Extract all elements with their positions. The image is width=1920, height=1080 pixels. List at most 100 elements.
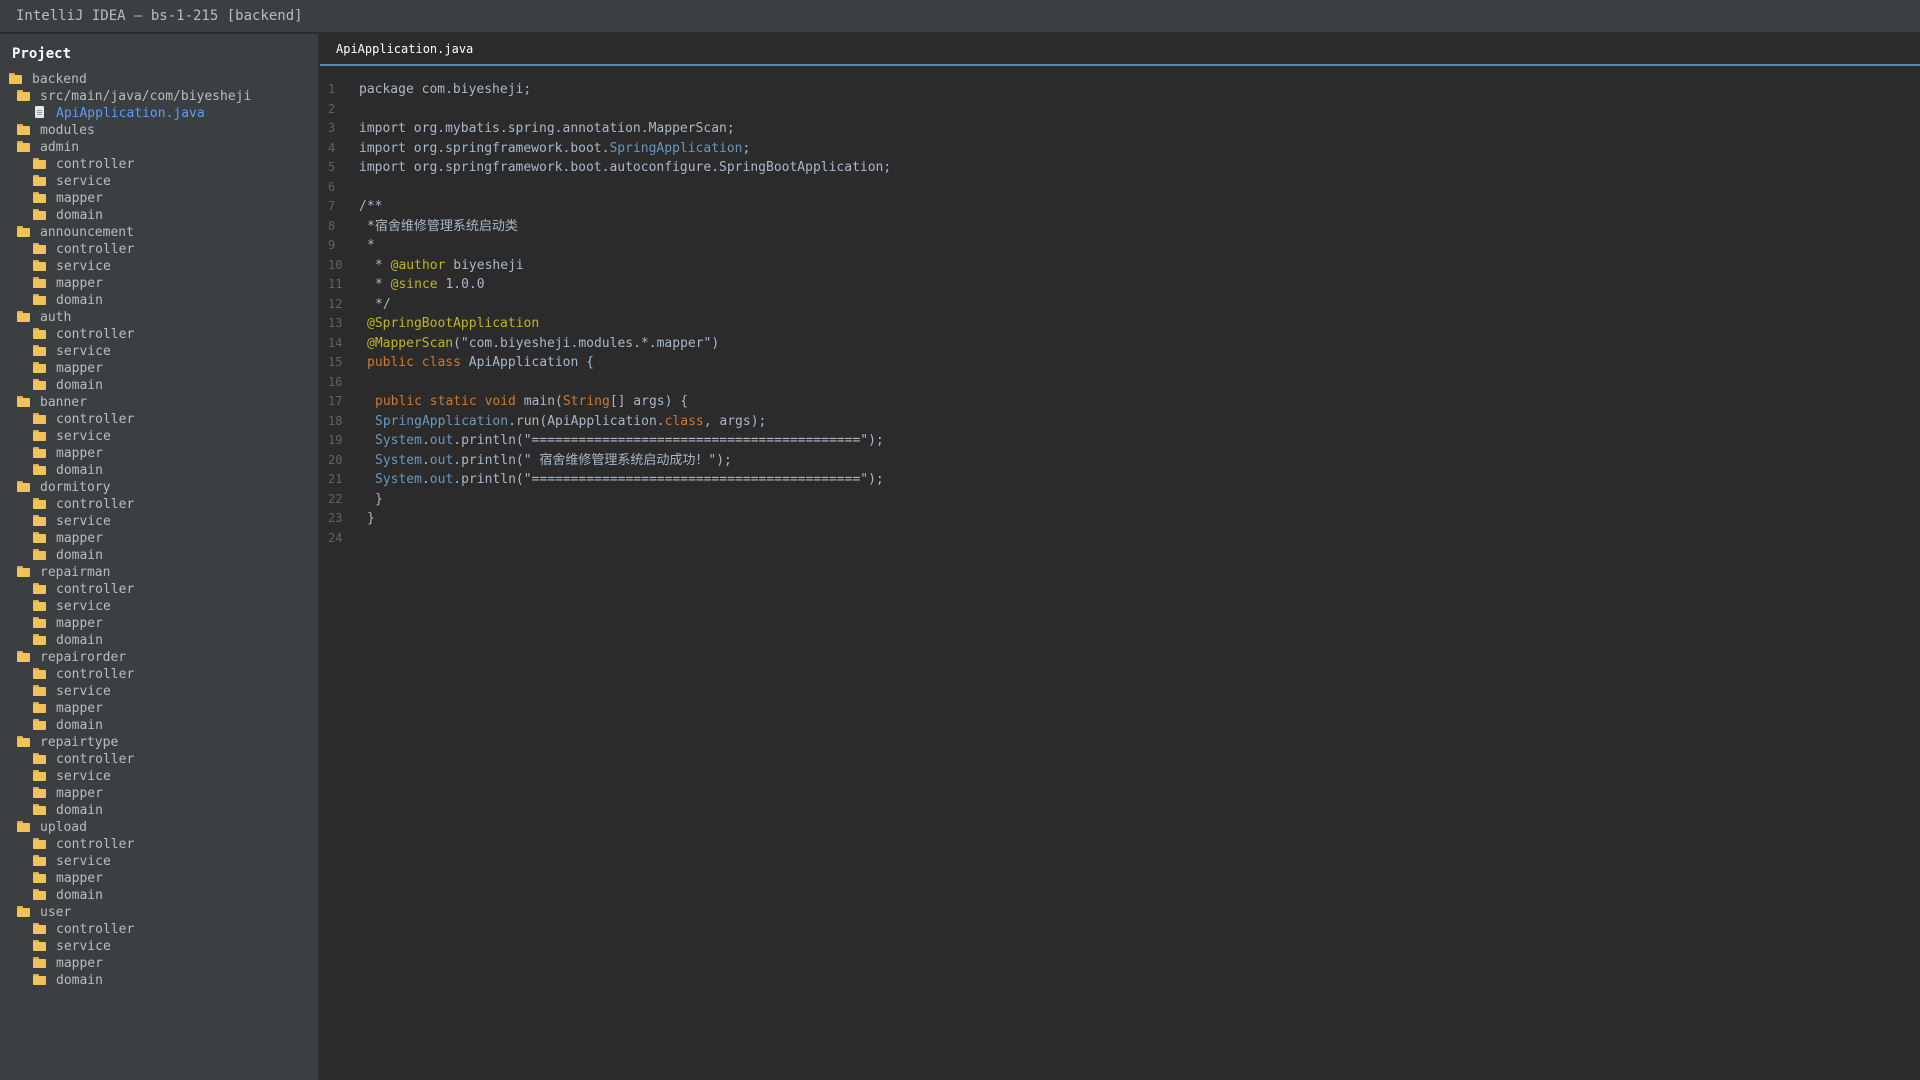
tree-folder-item[interactable]: mapper xyxy=(0,530,319,547)
code-line[interactable]: 12 */ xyxy=(320,295,1920,315)
tree-folder-item[interactable]: service xyxy=(0,428,319,445)
code-line[interactable]: 2 xyxy=(320,100,1920,120)
tree-item-label: user xyxy=(40,905,72,920)
tree-folder-item[interactable]: backend xyxy=(0,71,319,88)
tree-folder-item[interactable]: mapper xyxy=(0,700,319,717)
code-text: @SpringBootApplication xyxy=(367,314,539,334)
code-line[interactable]: 10 * @author biyesheji xyxy=(320,256,1920,276)
code-line[interactable]: 23} xyxy=(320,509,1920,529)
tree-folder-item[interactable]: mapper xyxy=(0,445,319,462)
tree-item-label: controller xyxy=(56,837,135,852)
tree-folder-item[interactable]: domain xyxy=(0,632,319,649)
tree-folder-item[interactable]: service xyxy=(0,683,319,700)
tree-folder-item[interactable]: mapper xyxy=(0,955,319,972)
tree-folder-item[interactable]: mapper xyxy=(0,190,319,207)
tree-folder-item[interactable]: controller xyxy=(0,241,319,258)
code-line[interactable]: 15 public class ApiApplication { xyxy=(320,353,1920,373)
tree-folder-item[interactable]: service xyxy=(0,343,319,360)
tree-file-item[interactable]: ApiApplication.java xyxy=(0,105,319,122)
tree-folder-item[interactable]: service xyxy=(0,768,319,785)
tree-folder-item[interactable]: mapper xyxy=(0,360,319,377)
code-line[interactable]: 20 System.out.println(" 宿舍维修管理系统启动成功！"); xyxy=(320,451,1920,471)
tree-folder-item[interactable]: modules xyxy=(0,122,319,139)
tree-folder-item[interactable]: controller xyxy=(0,751,319,768)
folder-icon xyxy=(32,293,48,305)
tree-folder-item[interactable]: auth xyxy=(0,309,319,326)
code-token: . xyxy=(421,433,430,448)
project-panel-title[interactable]: Project xyxy=(12,46,71,62)
code-line[interactable]: 9 * xyxy=(320,236,1920,256)
folder-icon xyxy=(16,310,32,322)
tree-item-label: controller xyxy=(56,922,135,937)
folder-icon xyxy=(32,191,48,203)
code-line[interactable]: 3 import org.mybatis.spring.annotation.Ma… xyxy=(320,119,1920,139)
code-line[interactable]: 4 import org.springframework.boot.SpringA… xyxy=(320,139,1920,159)
tree-folder-item[interactable]: controller xyxy=(0,156,319,173)
tree-folder-item[interactable]: user xyxy=(0,904,319,921)
tree-folder-item[interactable]: mapper xyxy=(0,275,319,292)
tree-folder-item[interactable]: announcement xyxy=(0,224,319,241)
tree-folder-item[interactable]: repairorder xyxy=(0,649,319,666)
tree-folder-item[interactable]: domain xyxy=(0,802,319,819)
code-line[interactable]: 5 import org.springframework.boot.autocon… xyxy=(320,158,1920,178)
tree-folder-item[interactable]: domain xyxy=(0,972,319,989)
code-line[interactable]: 18 SpringApplication.run(ApiApplication.c… xyxy=(320,412,1920,432)
code-token: import org.mybatis.spring.annotation.Map… xyxy=(359,121,735,136)
tree-folder-item[interactable]: service xyxy=(0,853,319,870)
tree-folder-item[interactable]: domain xyxy=(0,292,319,309)
code-line[interactable]: 1 package com.biyesheji; xyxy=(320,80,1920,100)
tree-folder-item[interactable]: controller xyxy=(0,496,319,513)
code-token: String xyxy=(562,394,610,409)
tree-folder-item[interactable]: domain xyxy=(0,462,319,479)
tree-folder-item[interactable]: src/main/java/com/biyesheji xyxy=(0,88,319,105)
tree-folder-item[interactable]: banner xyxy=(0,394,319,411)
folder-icon xyxy=(32,548,48,560)
tree-folder-item[interactable]: service xyxy=(0,173,319,190)
folder-icon xyxy=(32,344,48,356)
tree-folder-item[interactable]: controller xyxy=(0,836,319,853)
tree-folder-item[interactable]: controller xyxy=(0,581,319,598)
code-line[interactable]: 14 @MapperScan("com.biyesheji.modules.*.m… xyxy=(320,334,1920,354)
tree-item-label: controller xyxy=(56,582,135,597)
tree-folder-item[interactable]: mapper xyxy=(0,785,319,802)
code-line[interactable]: 11 * @since 1.0.0 xyxy=(320,275,1920,295)
tree-folder-item[interactable]: controller xyxy=(0,326,319,343)
folder-icon xyxy=(32,973,48,985)
tree-folder-item[interactable]: controller xyxy=(0,921,319,938)
tree-folder-item[interactable]: domain xyxy=(0,547,319,564)
tab-api-application[interactable]: ApiApplication.java xyxy=(336,42,473,56)
tree-item-label: service xyxy=(56,344,111,359)
code-line[interactable]: 17 public static void main(String[] args)… xyxy=(320,392,1920,412)
tree-folder-item[interactable]: service xyxy=(0,598,319,615)
code-line[interactable]: 6 xyxy=(320,178,1920,198)
tree-item-label: service xyxy=(56,259,111,274)
code-line[interactable]: 19 System.out.println("==================… xyxy=(320,431,1920,451)
tree-folder-item[interactable]: domain xyxy=(0,887,319,904)
code-line[interactable]: 13 @SpringBootApplication xyxy=(320,314,1920,334)
code-line[interactable]: 7 /** xyxy=(320,197,1920,217)
code-line[interactable]: 16 xyxy=(320,373,1920,393)
tree-folder-item[interactable]: mapper xyxy=(0,615,319,632)
tree-folder-item[interactable]: service xyxy=(0,513,319,530)
tree-folder-item[interactable]: domain xyxy=(0,717,319,734)
code-editor: ApiApplication.java 1 package com.biyeshe… xyxy=(320,34,1920,1080)
code-line[interactable]: 8 *宿舍维修管理系统启动类 xyxy=(320,217,1920,237)
tree-item-label: service xyxy=(56,514,111,529)
code-line[interactable]: 24 xyxy=(320,529,1920,549)
tree-folder-item[interactable]: service xyxy=(0,258,319,275)
tree-folder-item[interactable]: repairtype xyxy=(0,734,319,751)
folder-icon xyxy=(16,735,32,747)
tree-folder-item[interactable]: mapper xyxy=(0,870,319,887)
tree-folder-item[interactable]: repairman xyxy=(0,564,319,581)
tree-folder-item[interactable]: controller xyxy=(0,411,319,428)
tree-folder-item[interactable]: service xyxy=(0,938,319,955)
tree-folder-item[interactable]: upload xyxy=(0,819,319,836)
tree-folder-item[interactable]: domain xyxy=(0,377,319,394)
tree-folder-item[interactable]: dormitory xyxy=(0,479,319,496)
code-area[interactable]: 1 package com.biyesheji; 2 3 import org.myba… xyxy=(320,80,1920,548)
tree-folder-item[interactable]: admin xyxy=(0,139,319,156)
code-line[interactable]: 21 System.out.println("==================… xyxy=(320,470,1920,490)
code-line[interactable]: 22} xyxy=(320,490,1920,510)
tree-folder-item[interactable]: controller xyxy=(0,666,319,683)
tree-folder-item[interactable]: domain xyxy=(0,207,319,224)
